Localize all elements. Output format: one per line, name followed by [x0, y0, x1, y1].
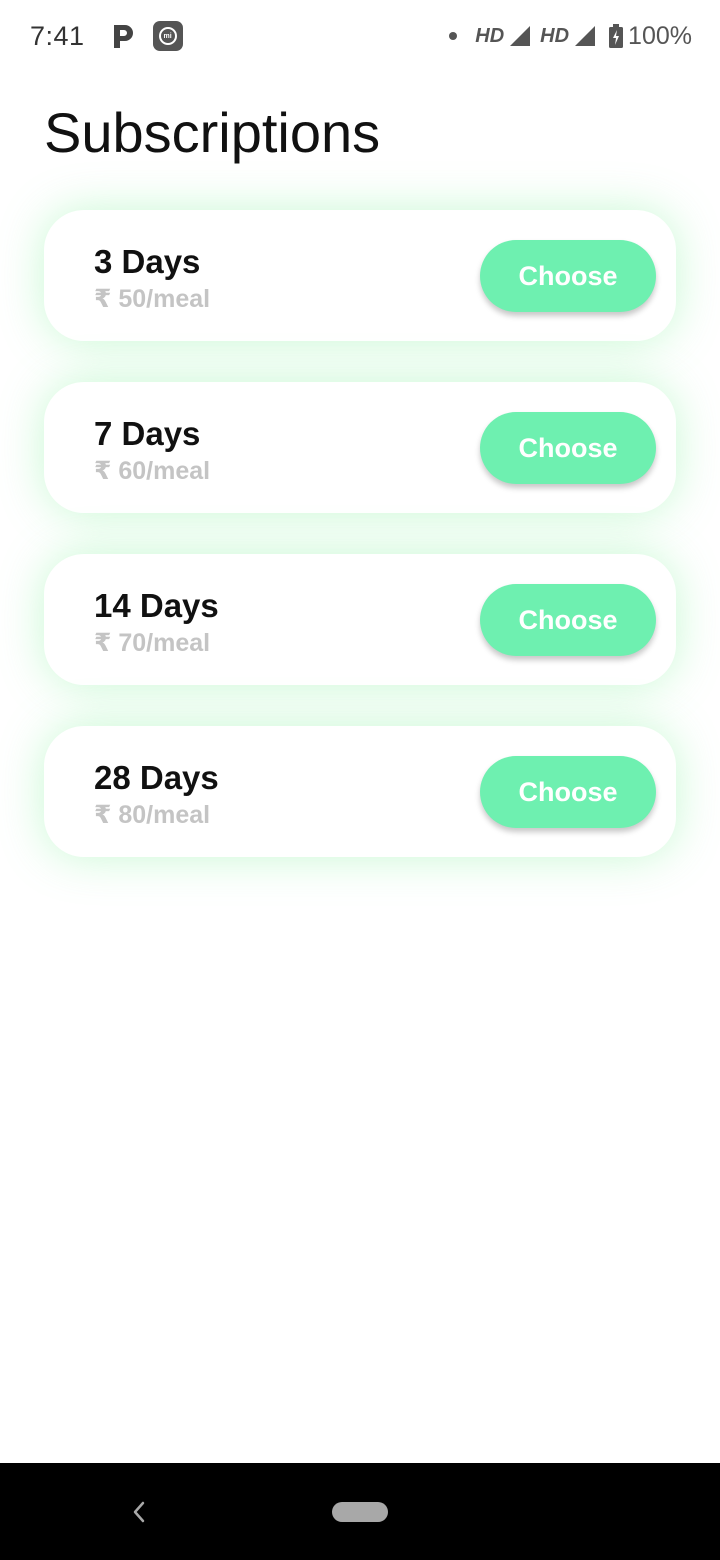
- plan-card: 14 Days ₹ 70/meal Choose: [44, 554, 676, 685]
- status-time: 7:41: [30, 20, 85, 51]
- mi-icon: mi: [152, 21, 183, 51]
- battery-charging-icon: [609, 24, 624, 48]
- battery-percent: 100%: [628, 21, 692, 50]
- plan-price: ₹ 60/meal: [94, 457, 211, 485]
- status-bar: 7:41 mi HD HD 100%: [0, 0, 720, 72]
- plan-days: 14 Days: [94, 587, 219, 624]
- status-bar-right: HD HD 100%: [449, 22, 692, 51]
- screen: 7:41 mi HD HD 100% Subscriptions 3 Days …: [0, 0, 720, 1560]
- plan-price: ₹ 70/meal: [94, 629, 211, 657]
- p-app-icon: [111, 23, 135, 49]
- plan-card: 28 Days ₹ 80/meal Choose: [44, 726, 676, 857]
- home-pill-icon[interactable]: [332, 1502, 388, 1522]
- plan-days: 7 Days: [94, 415, 201, 452]
- plans-list: 3 Days ₹ 50/meal Choose 7 Days ₹ 60/meal…: [44, 210, 676, 898]
- hd-label-2: HD: [540, 24, 570, 47]
- page-title: Subscriptions: [44, 101, 381, 164]
- back-icon[interactable]: [126, 1497, 152, 1527]
- choose-button[interactable]: Choose: [480, 240, 656, 312]
- choose-button[interactable]: Choose: [480, 756, 656, 828]
- plan-card: 3 Days ₹ 50/meal Choose: [44, 210, 676, 341]
- hd-label-1: HD: [475, 24, 505, 47]
- plan-price: ₹ 50/meal: [94, 285, 211, 313]
- choose-button[interactable]: Choose: [480, 584, 656, 656]
- status-bar-left: 7:41 mi: [30, 21, 183, 52]
- plan-days: 3 Days: [94, 243, 201, 280]
- navigation-bar: [0, 1463, 720, 1560]
- signal-icon: [510, 26, 531, 46]
- dot-icon: [449, 32, 458, 40]
- plan-days: 28 Days: [94, 759, 219, 796]
- choose-button[interactable]: Choose: [480, 412, 656, 484]
- plan-price: ₹ 80/meal: [94, 801, 211, 829]
- plan-card: 7 Days ₹ 60/meal Choose: [44, 382, 676, 513]
- signal-icon: [575, 26, 596, 46]
